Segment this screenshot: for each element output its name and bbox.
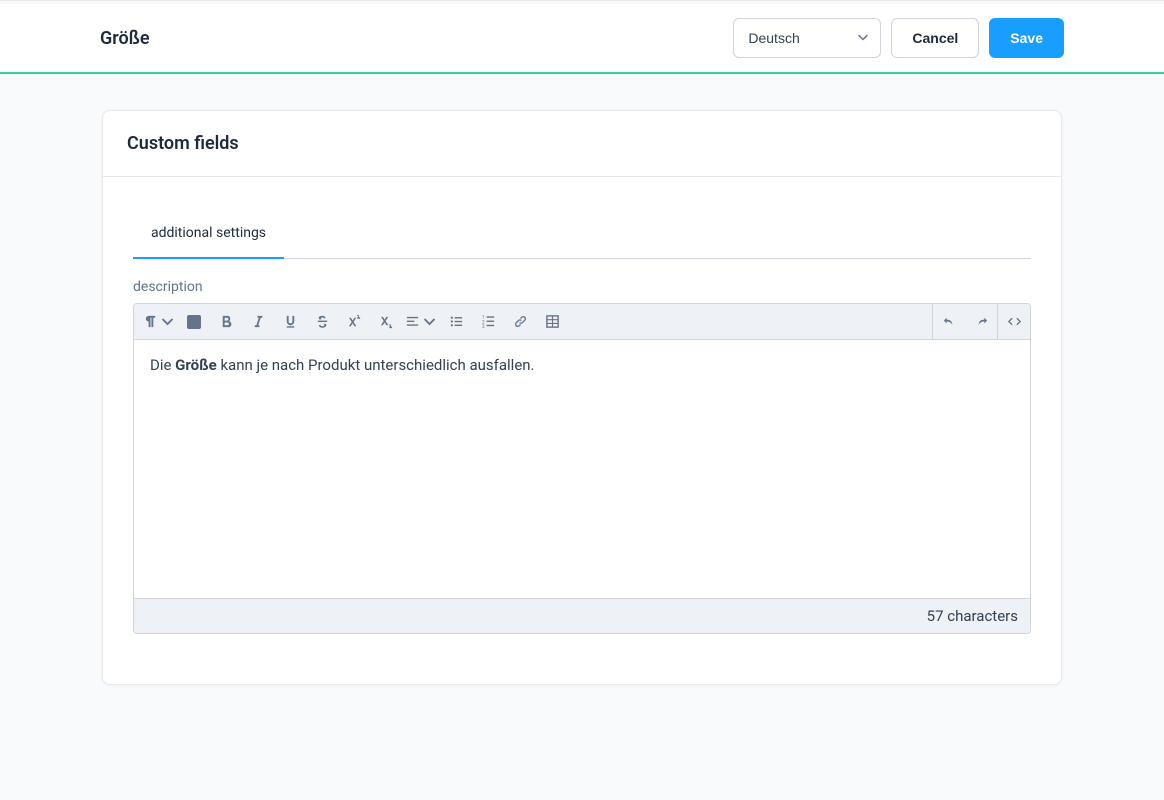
italic-button[interactable] [242,304,274,340]
table-button[interactable] [536,304,568,340]
editor-toolbar: 123 [134,304,1030,340]
unordered-list-button[interactable] [440,304,472,340]
code-view-button[interactable] [998,304,1030,340]
undo-button[interactable] [933,304,965,340]
cancel-button[interactable]: Cancel [891,18,979,58]
text-suffix: kann je nach Produkt unterschiedlich aus… [217,356,535,374]
page-title: Größe [100,28,150,49]
underline-button[interactable] [274,304,306,340]
bold-button[interactable] [210,304,242,340]
expand-icon [187,315,201,329]
character-count: 57 characters [927,607,1018,625]
rich-text-editor: 123 [133,303,1031,634]
paragraph-format-button[interactable] [140,304,178,340]
description-label: description [133,279,1031,295]
redo-button[interactable] [965,304,997,340]
tab-additional-settings[interactable]: additional settings [133,209,284,259]
svg-text:3: 3 [481,324,484,329]
custom-fields-card: Custom fields additional settings descri… [102,110,1062,685]
card-header: Custom fields [103,111,1061,177]
language-select[interactable]: Deutsch [733,18,881,58]
expand-button[interactable] [178,304,210,340]
language-select-wrapper: Deutsch [733,18,881,58]
card-title: Custom fields [127,133,1037,154]
align-button[interactable] [402,304,440,340]
editor-footer: 57 characters [134,598,1030,633]
superscript-button[interactable] [338,304,370,340]
save-button[interactable]: Save [989,18,1064,58]
description-editor-content[interactable]: Die Größe kann je nach Produkt unterschi… [134,340,1030,598]
ordered-list-button[interactable]: 123 [472,304,504,340]
page-header: Größe Deutsch Cancel Save [0,4,1164,74]
link-button[interactable] [504,304,536,340]
tab-label: additional settings [151,225,266,241]
subscript-button[interactable] [370,304,402,340]
strikethrough-button[interactable] [306,304,338,340]
text-prefix: Die [150,356,175,374]
tabs: additional settings [133,209,1031,259]
text-bold: Größe [175,356,217,374]
